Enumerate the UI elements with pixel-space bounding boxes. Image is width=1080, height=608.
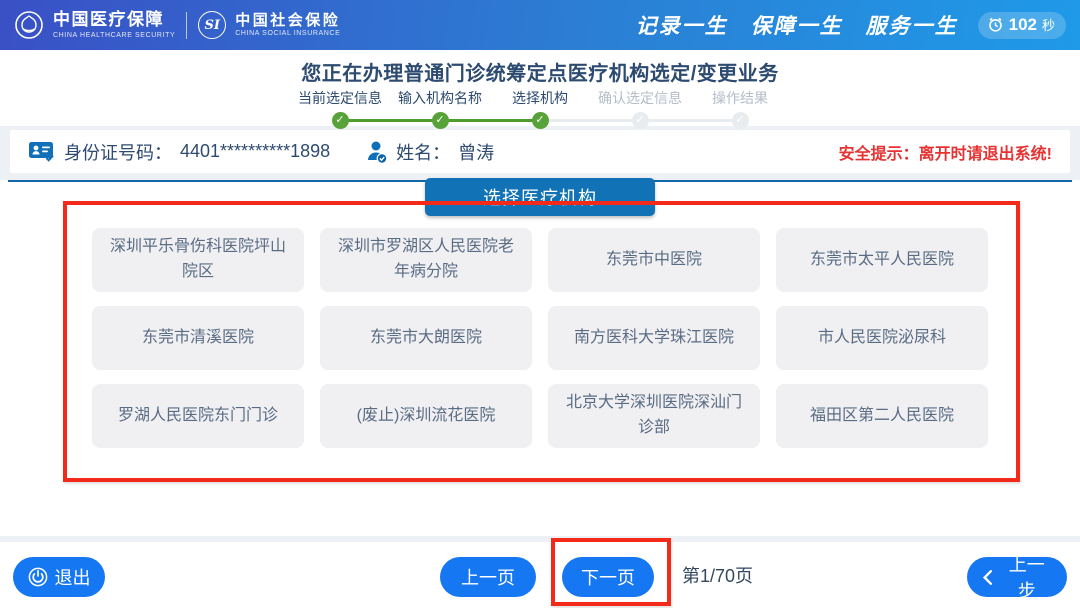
footer-bar: 退出 上一页 下一页 第1/70页 上一步 bbox=[0, 542, 1080, 608]
prev-page-button[interactable]: 上一页 bbox=[440, 557, 536, 597]
healthcare-logo-subtitle: CHINA HEALTHCARE SECURITY bbox=[53, 32, 175, 40]
healthcare-security-logo: 中国医疗保障 CHINA HEALTHCARE SECURITY bbox=[14, 10, 175, 40]
hospital-option[interactable]: 东莞市清溪医院 bbox=[92, 306, 304, 370]
timer-value: 102 bbox=[1009, 15, 1037, 35]
person-verified-icon bbox=[366, 140, 388, 164]
hospital-option[interactable]: 东莞市大朗医院 bbox=[320, 306, 532, 370]
hospital-option[interactable]: 市人民医院泌尿科 bbox=[776, 306, 988, 370]
step-check-icon: ✓ bbox=[432, 112, 449, 129]
name-value: 曾涛 bbox=[458, 139, 494, 165]
step-done: 输入机构名称 ✓ bbox=[390, 89, 490, 129]
step-todo: 操作结果 ✓ bbox=[690, 89, 790, 129]
name-field: 姓名： 曾涛 bbox=[366, 139, 494, 165]
exit-button-label: 退出 bbox=[55, 564, 91, 590]
step-label: 确认选定信息 bbox=[598, 89, 682, 107]
hospital-option[interactable]: 北京大学深圳医院深汕门诊部 bbox=[548, 384, 760, 448]
next-page-label: 下一页 bbox=[581, 564, 635, 590]
hospital-option[interactable]: (废止)深圳流花医院 bbox=[320, 384, 532, 448]
social-logo-title: 中国社会保险 bbox=[235, 12, 340, 29]
chevron-left-icon bbox=[981, 568, 994, 587]
step-check-icon: ✓ bbox=[732, 112, 749, 129]
alarm-clock-icon bbox=[987, 16, 1004, 33]
id-number-field: 身份证号码： 4401**********1898 bbox=[28, 139, 330, 165]
name-label: 姓名： bbox=[396, 139, 450, 165]
hospital-option[interactable]: 深圳平乐骨伤科医院坪山院区 bbox=[92, 228, 304, 292]
back-step-button[interactable]: 上一步 bbox=[967, 557, 1067, 597]
social-insurance-logo: SI 中国社会保险 CHINA SOCIAL INSURANCE bbox=[198, 11, 340, 39]
main-panel: 选择医疗机构 深圳平乐骨伤科医院坪山院区深圳市罗湖区人民医院老年病分院东莞市中医… bbox=[0, 180, 1080, 536]
step-done: 当前选定信息 ✓ bbox=[290, 89, 390, 129]
page-indicator: 第1/70页 bbox=[682, 542, 753, 608]
id-card-icon bbox=[28, 140, 56, 163]
session-timer-badge: 102 秒 bbox=[978, 12, 1066, 39]
social-logo-subtitle: CHINA SOCIAL INSURANCE bbox=[235, 30, 340, 38]
step-label: 输入机构名称 bbox=[398, 89, 482, 107]
step-done: 选择机构 ✓ bbox=[490, 89, 590, 129]
step-label: 当前选定信息 bbox=[298, 89, 382, 107]
step-indicator: 当前选定信息 ✓ 输入机构名称 ✓ 选择机构 ✓ 确认选定信息 ✓ 操作结果 ✓ bbox=[290, 89, 790, 129]
step-todo: 确认选定信息 ✓ bbox=[590, 89, 690, 129]
id-number-value: 4401**********1898 bbox=[180, 141, 330, 162]
page-title: 您正在办理普通门诊统筹定点医疗机构选定/变更业务 bbox=[0, 57, 1080, 86]
step-label: 操作结果 bbox=[712, 89, 768, 107]
section-tab: 选择医疗机构 bbox=[425, 178, 655, 216]
back-step-label: 上一步 bbox=[1001, 551, 1053, 603]
user-info-bar: 身份证号码： 4401**********1898 姓名： 曾涛 安全提示：离开… bbox=[10, 130, 1070, 173]
slogan-text: 记录一生 保障一生 服务一生 bbox=[636, 10, 958, 40]
step-label: 选择机构 bbox=[512, 89, 568, 107]
healthcare-security-logo-icon bbox=[14, 10, 44, 40]
hospital-option[interactable]: 罗湖人民医院东门门诊 bbox=[92, 384, 304, 448]
step-check-icon: ✓ bbox=[532, 112, 549, 129]
exit-button[interactable]: 退出 bbox=[13, 557, 105, 597]
hospital-grid: 深圳平乐骨伤科医院坪山院区深圳市罗湖区人民医院老年病分院东莞市中医院东莞市太平人… bbox=[92, 228, 988, 448]
step-check-icon: ✓ bbox=[332, 112, 349, 129]
workflow-header: 您正在办理普通门诊统筹定点医疗机构选定/变更业务 当前选定信息✓输入机构名称✓选… bbox=[0, 50, 1080, 126]
hospital-option[interactable]: 东莞市太平人民医院 bbox=[776, 228, 988, 292]
hospital-option[interactable]: 东莞市中医院 bbox=[548, 228, 760, 292]
logo-divider bbox=[186, 12, 187, 39]
hospital-option[interactable]: 福田区第二人民医院 bbox=[776, 384, 988, 448]
security-tip: 安全提示：离开时请退出系统! bbox=[839, 140, 1052, 164]
hospital-option[interactable]: 南方医科大学珠江医院 bbox=[548, 306, 760, 370]
prev-page-label: 上一页 bbox=[461, 564, 515, 590]
step-check-icon: ✓ bbox=[632, 112, 649, 129]
timer-unit: 秒 bbox=[1042, 15, 1055, 34]
id-number-label: 身份证号码： bbox=[64, 139, 172, 165]
app-header: 中国医疗保障 CHINA HEALTHCARE SECURITY SI 中国社会… bbox=[0, 0, 1080, 50]
power-icon bbox=[28, 567, 48, 587]
healthcare-logo-title: 中国医疗保障 bbox=[53, 11, 175, 30]
hospital-option[interactable]: 深圳市罗湖区人民医院老年病分院 bbox=[320, 228, 532, 292]
social-insurance-logo-icon: SI bbox=[198, 11, 226, 39]
next-page-button[interactable]: 下一页 bbox=[562, 557, 654, 597]
